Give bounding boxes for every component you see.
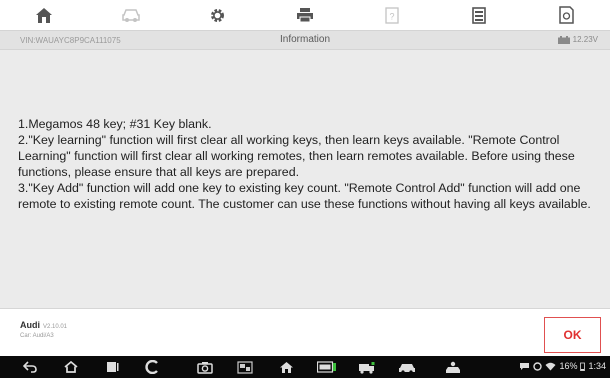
message-icon [520,362,530,370]
screenshot-button[interactable] [546,1,586,29]
page-title: Information [279,34,331,45]
back-icon [23,361,37,373]
data-icon [472,6,487,24]
battery-icon [580,362,586,371]
message-line-3: 3."Key Add" function will add one key to… [18,181,591,211]
camera-icon [197,361,213,374]
truck-icon [359,361,375,374]
vci-icon [145,360,158,374]
user-car-icon [446,361,460,373]
settings-button[interactable] [198,1,238,29]
wifi-icon [545,362,556,370]
message-line-2: 2."Key learning" function will first cle… [18,133,575,179]
voltage-value: 12.23V [572,35,598,44]
home-icon [64,361,78,373]
settings-status-icon [533,361,543,371]
vehicle-swap-button[interactable] [111,1,151,29]
system-status: 16% 1:34 [519,361,606,371]
vehicle-brand: Audi V2.10.01 [20,320,67,330]
car-icon [121,9,140,22]
nav-home-button[interactable] [58,358,84,376]
top-toolbar: ? [0,0,610,30]
information-message: 1.Megamos 48 key; #31 Key blank. 2."Key … [18,116,598,212]
print-icon [296,8,313,23]
recent-apps-icon [107,362,119,372]
svg-text:?: ? [390,11,395,21]
app-home-shortcut[interactable] [273,358,299,376]
screenshot-icon [559,6,575,24]
ok-button[interactable]: OK [544,317,601,353]
clock: 1:34 [588,361,606,371]
app-home-icon [279,361,293,373]
information-panel: 1.Megamos 48 key; #31 Key blank. 2."Key … [0,50,610,308]
data-manager-button[interactable] [459,1,499,29]
camera-shortcut[interactable] [192,358,218,376]
truck-shortcut[interactable] [354,358,380,376]
vehicle-model: Car: Audi/A3 [20,333,54,339]
remote-desk-shortcut[interactable] [232,358,258,376]
help-icon: ? [385,6,399,24]
car-shortcut[interactable] [394,358,420,376]
print-button[interactable] [285,1,325,29]
car-icon [399,363,415,374]
battery-percent: 16% [559,361,578,371]
vcmi-shortcut[interactable] [313,358,339,376]
footer-bar: Audi V2.10.01 Car: Audi/A3 OK [0,308,610,356]
software-version: V2.10.01 [43,324,68,330]
back-button[interactable] [17,358,43,376]
brand-name: Audi [20,320,40,330]
home-icon [35,7,52,23]
vcmi-icon [316,361,336,373]
car-battery-icon [557,35,570,44]
message-line-1: 1.Megamos 48 key; #31 Key blank. [18,117,212,131]
voltage-indicator: 12.23V [557,35,598,44]
home-button[interactable] [24,1,64,29]
user-car-shortcut[interactable] [440,358,466,376]
android-navigation-bar: 16% 1:34 [0,356,610,378]
recent-apps-button[interactable] [99,358,125,376]
remote-icon [237,360,253,374]
vci-shortcut[interactable] [139,358,165,376]
help-button[interactable]: ? [372,1,412,29]
info-bar: VIN:WAUAYC8P9CA111075 Information 12.23V [0,30,610,50]
gear-icon [211,8,225,22]
